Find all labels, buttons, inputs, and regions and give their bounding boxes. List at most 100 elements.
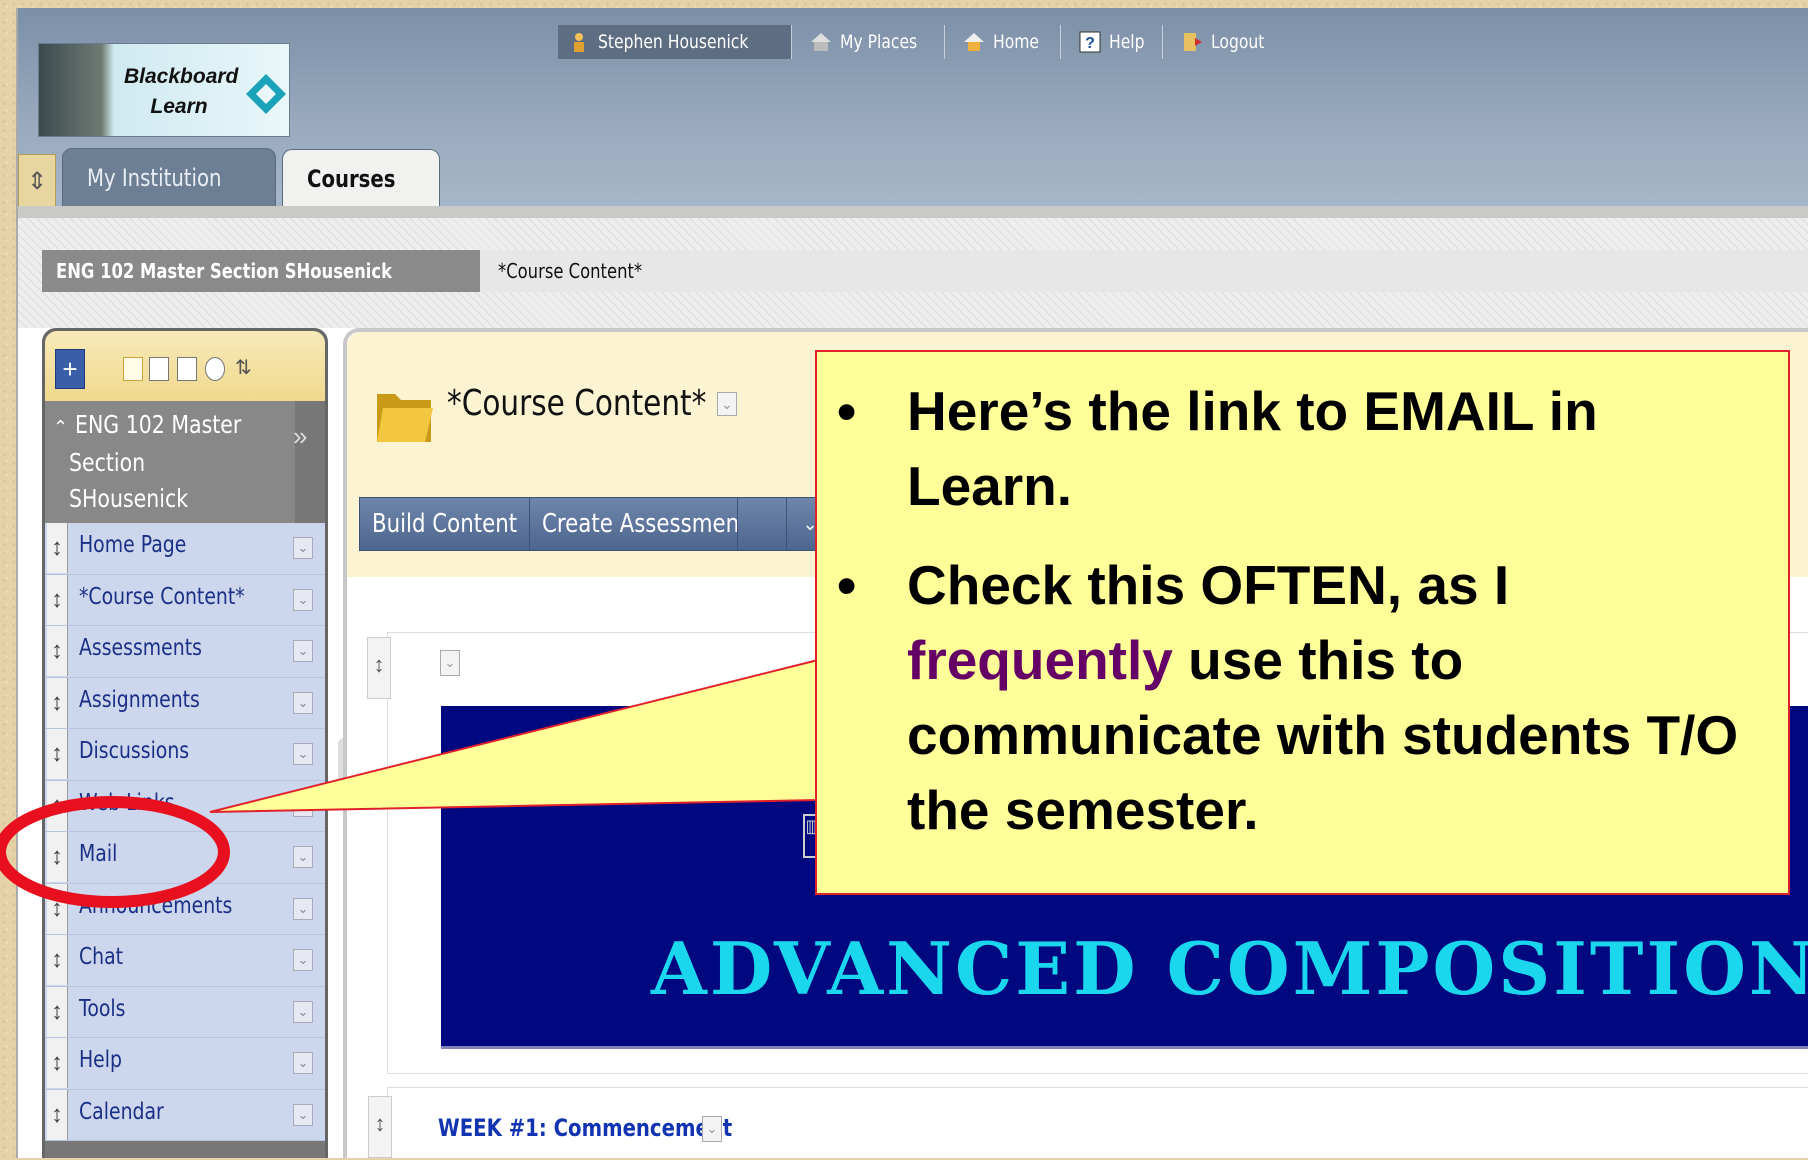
menu-item-announcements[interactable]: ↕ Announcements ⌄ (45, 883, 325, 935)
drag-handle-icon[interactable]: ↕ (47, 729, 68, 779)
more-actions-button[interactable] (737, 497, 787, 551)
list-view-icon[interactable] (123, 357, 143, 381)
logout-icon (1183, 33, 1202, 51)
home-link[interactable]: Home (953, 25, 1061, 59)
top-navigation: Stephen Housenick My Places Home ? Help … (558, 22, 1286, 62)
drag-handle-icon[interactable]: ↕ (47, 1089, 68, 1140)
page-title-text: *Course Content* (447, 383, 707, 424)
tab-my-institution[interactable]: My Institution (62, 148, 277, 208)
tab-courses-label: Courses (307, 165, 396, 193)
chevron-down-icon[interactable]: ⌄ (293, 1000, 313, 1023)
drag-handle-icon[interactable]: ↕ (47, 986, 68, 1037)
menu-item-course-content[interactable]: ↕ *Course Content* ⌄ (45, 574, 325, 626)
build-content-label: Build Content (372, 509, 518, 539)
drag-handle-icon[interactable]: ↕ (47, 935, 68, 985)
home-label: Home (993, 31, 1040, 53)
user-icon (574, 33, 584, 52)
drag-handle-icon[interactable]: ↕ (47, 1038, 68, 1088)
expand-menu-icon[interactable]: » (293, 421, 307, 452)
menu-item-label: Announcements (79, 892, 233, 919)
create-assessment-label: Create Assessment (542, 509, 748, 539)
logout-link[interactable]: Logout (1171, 25, 1286, 59)
menu-item-mail[interactable]: ↕ Mail ⌄ (45, 832, 325, 884)
user-menu[interactable]: Stephen Housenick (558, 25, 793, 59)
user-name: Stephen Housenick (598, 31, 749, 53)
menu-item-label: *Course Content* (79, 583, 245, 610)
menu-item-calendar[interactable]: ↕ Calendar ⌄ (45, 1089, 325, 1141)
new-window-icon[interactable] (177, 357, 197, 381)
menu-item-help[interactable]: ↕ Help ⌄ (45, 1038, 325, 1090)
drag-handle-icon[interactable]: ↕ (47, 883, 68, 934)
menu-item-assignments[interactable]: ↕ Assignments ⌄ (45, 677, 325, 729)
title-chevron-down-icon[interactable]: ⌄ (717, 392, 737, 416)
menu-item-discussions[interactable]: ↕ Discussions ⌄ (45, 729, 325, 781)
menu-item-chat[interactable]: ↕ Chat ⌄ (45, 935, 325, 987)
menu-item-label: Web Links (79, 789, 175, 816)
help-icon: ? (1079, 31, 1101, 53)
course-title-block[interactable]: ⌃ ENG 102 Master Section SHousenick (45, 401, 295, 523)
breadcrumb-current-page: *Course Content* (480, 259, 674, 284)
logo-line2: Learn (150, 95, 208, 118)
help-link[interactable]: ? Help (1069, 25, 1163, 59)
chevron-down-icon[interactable]: ⌄ (293, 640, 313, 662)
menu-item-assessments[interactable]: ↕ Assessments ⌄ (45, 626, 325, 678)
course-menu-list: ↕ Home Page ⌄ ↕ *Course Content* ⌄ ↕ Assessme… (45, 523, 325, 1141)
menu-item-label: Home Page (79, 532, 187, 558)
drag-handle-icon[interactable]: ↕ (47, 780, 68, 831)
menu-item-label: Mail (79, 841, 118, 867)
chevron-down-icon[interactable]: ⌄ (293, 1052, 313, 1074)
chevron-down-icon[interactable]: ⌄ (293, 1103, 313, 1126)
my-places-label: My Places (840, 31, 918, 53)
logo-text: Blackboard Learn (124, 62, 239, 122)
callout-bullet-2-pre: Check this OFTEN, as I (907, 554, 1510, 616)
content-item-chevron-icon[interactable]: ⌄ (440, 650, 460, 676)
chevron-down-icon[interactable]: ⌄ (293, 537, 313, 559)
week-chevron-down-icon[interactable]: ⌄ (702, 1116, 722, 1142)
drag-handle-icon[interactable]: ↕ (47, 832, 68, 882)
menu-item-web-links[interactable]: ↕ Web Links ⌄ (45, 780, 325, 832)
tab-courses[interactable]: Courses (282, 149, 440, 208)
drag-handle-icon[interactable]: ↕ (47, 574, 68, 625)
drag-handle-icon[interactable]: ↕ (47, 523, 68, 573)
chevron-down-icon[interactable]: ⌄ (293, 743, 313, 765)
my-places-icon (811, 33, 832, 51)
course-menu-panel: + ⇅ ⌃ ENG 102 Master Section SHousenick … (42, 328, 328, 1158)
menu-item-label: Tools (79, 995, 126, 1022)
folder-icon (377, 394, 433, 442)
chevron-down-icon[interactable]: ⌄ (293, 691, 313, 714)
menu-item-label: Help (79, 1047, 122, 1073)
tab-toggle-icon[interactable]: ⇕ (18, 154, 56, 208)
my-places-link[interactable]: My Places (800, 25, 946, 59)
tab-my-institution-label: My Institution (87, 164, 222, 192)
chevron-down-icon[interactable]: ⌄ (293, 794, 313, 817)
collapse-up-icon: ⌃ (53, 417, 69, 437)
drag-handle-icon[interactable]: ↕ (47, 626, 68, 676)
chevron-down-icon[interactable]: ⌄ (293, 588, 313, 611)
callout-bullet-1-text: Here’s the link to EMAIL in Learn. (907, 380, 1598, 517)
menu-item-label: Calendar (79, 1098, 164, 1125)
course-title-line2: Section (69, 448, 146, 477)
breadcrumb-course[interactable]: ENG 102 Master Section SHousenick (42, 250, 480, 292)
svg-text:?: ? (1085, 35, 1095, 52)
refresh-icon[interactable] (205, 357, 225, 381)
chevron-down-icon[interactable]: ⌄ (293, 897, 313, 920)
drag-handle-icon[interactable]: ↕ (47, 677, 68, 728)
breadcrumb-page-label: *Course Content* (497, 258, 642, 283)
blackboard-logo[interactable]: Blackboard Learn (38, 43, 290, 137)
week-1-link[interactable]: WEEK #1: Commencement (438, 1114, 797, 1143)
top-header: Blackboard Learn Stephen Housenick My Pl… (18, 8, 1808, 208)
week-drag-handle-icon[interactable]: ↕ (368, 1096, 392, 1158)
menu-item-home-page[interactable]: ↕ Home Page ⌄ (45, 523, 325, 575)
header-divider (18, 206, 1808, 218)
content-drag-handle-icon[interactable]: ↕ (367, 637, 391, 699)
folder-view-icon[interactable] (149, 357, 169, 381)
reorder-icon[interactable]: ⇅ (235, 357, 253, 379)
logo-line1: Blackboard (124, 65, 239, 88)
chevron-down-icon[interactable]: ⌄ (293, 846, 313, 868)
help-label: Help (1108, 31, 1145, 53)
logo-diamond-icon (246, 74, 286, 114)
chevron-down-icon[interactable]: ⌄ (293, 949, 313, 971)
menu-item-tools[interactable]: ↕ Tools ⌄ (45, 986, 325, 1038)
menu-item-label: Assessments (79, 635, 202, 661)
add-menu-item-button[interactable]: + (55, 349, 85, 389)
